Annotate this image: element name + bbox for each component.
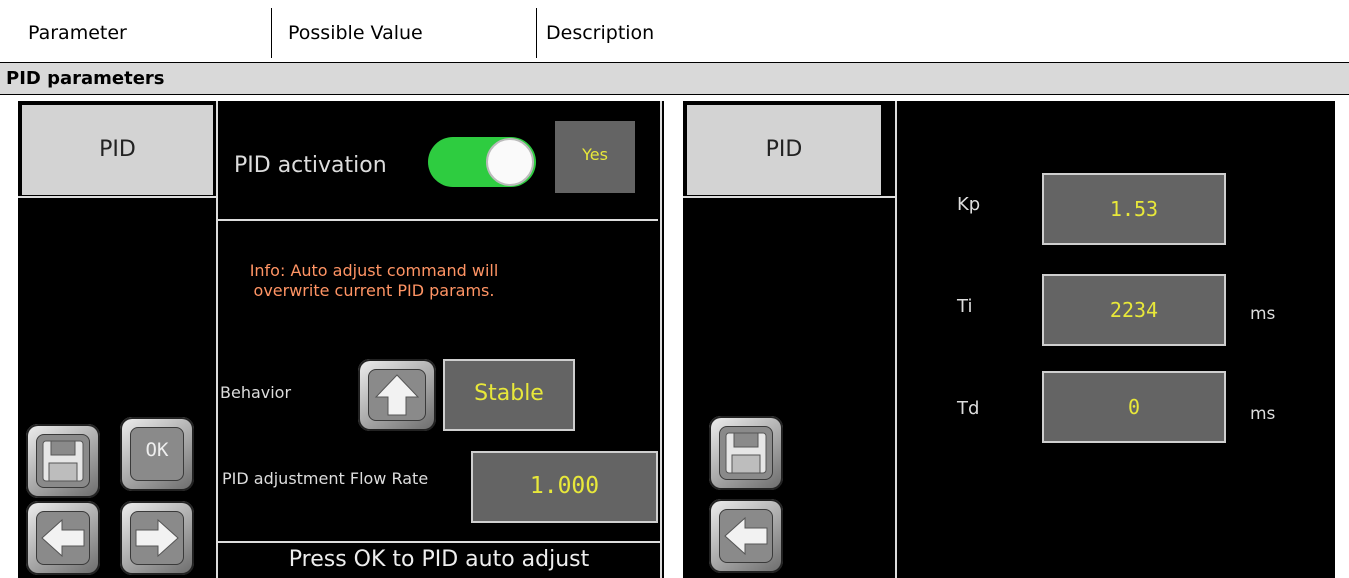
ti-label: Ti [957,296,973,317]
kp-label: Kp [957,194,981,215]
section-title: PID parameters [6,68,165,89]
ok-label: OK [145,439,169,461]
behavior-up-button[interactable] [358,359,436,431]
divider [216,541,660,543]
arrow-right-icon [135,518,179,558]
ti-unit: ms [1250,304,1276,324]
divider [216,101,218,578]
divider [683,196,895,198]
header-description: Description [546,22,655,44]
divider [18,196,216,198]
tab-pid[interactable]: PID [22,105,213,195]
behavior-value[interactable]: Stable [443,359,575,431]
arrow-up-icon [374,374,420,416]
back-button[interactable] [26,501,100,575]
header-parameter: Parameter [28,22,127,44]
kp-value[interactable]: 1.53 [1042,173,1226,245]
td-unit: ms [1250,404,1276,424]
td-value[interactable]: 0 [1042,371,1226,443]
behavior-label: Behavior [220,383,292,402]
arrow-left-icon [41,518,85,558]
floppy-disk-icon [42,440,84,482]
pid-activation-label: PID activation [234,153,387,178]
column-divider [536,8,537,58]
section-header: PID parameters [0,62,1349,95]
table-header-row: Parameter Possible Value Description [0,8,1349,58]
flow-rate-label: PID adjustment Flow Rate [222,469,429,488]
pid-activation-value: Yes [555,121,635,193]
divider [216,219,658,221]
floppy-disk-icon [725,432,767,474]
divider [660,101,662,578]
forward-button[interactable] [120,501,194,575]
save-button[interactable] [26,424,100,498]
header-possible-value: Possible Value [288,22,423,44]
pid-activation-toggle[interactable] [428,137,536,187]
info-text: Info: Auto adjust command will overwrite… [249,261,499,300]
back-button[interactable] [709,499,783,573]
td-label: Td [957,398,980,419]
divider [895,101,897,578]
toggle-knob [486,138,534,186]
flow-rate-value[interactable]: 1.000 [471,451,658,523]
column-divider [271,8,272,58]
auto-adjust-text: Press OK to PID auto adjust [288,547,590,572]
ti-value[interactable]: 2234 [1042,274,1226,346]
pid-params-screen: PID Kp 1.53 Ti 2234 ms Td 0 ms [683,101,1335,578]
save-button[interactable] [709,416,783,490]
arrow-left-icon [724,516,768,556]
tab-pid[interactable]: PID [687,105,881,195]
pid-settings-screen: PID PID activation Yes Info: Auto adjust… [18,101,664,578]
ok-button[interactable]: OK [120,417,194,491]
